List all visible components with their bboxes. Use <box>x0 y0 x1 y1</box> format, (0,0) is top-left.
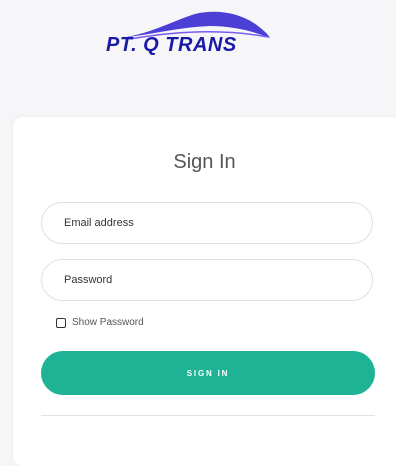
show-password-label: Show Password <box>72 317 144 328</box>
sign-in-title: Sign In <box>173 151 236 173</box>
sign-in-button[interactable]: SIGN IN <box>41 351 375 395</box>
show-password-checkbox[interactable] <box>56 317 66 328</box>
sign-in-card: Sign In Show Password SIGN IN <box>13 117 396 466</box>
password-field[interactable] <box>41 259 373 301</box>
logo-text: PT. Q TRANS <box>106 34 237 56</box>
show-password-row[interactable]: Show Password <box>56 317 144 328</box>
divider <box>41 415 375 416</box>
company-logo: PT. Q TRANS <box>100 8 280 68</box>
email-field[interactable] <box>41 202 373 244</box>
